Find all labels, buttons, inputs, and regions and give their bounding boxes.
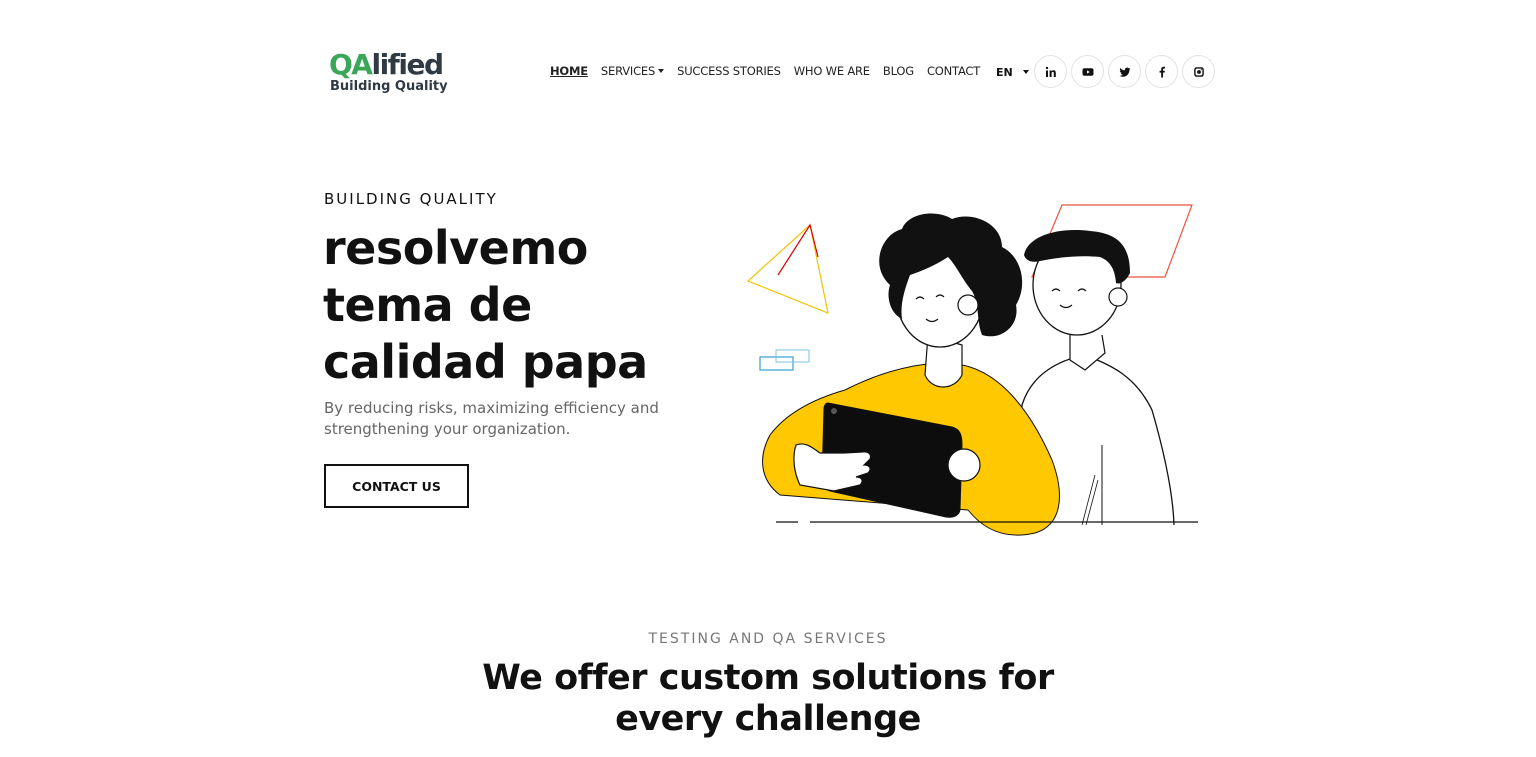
logo-tagline: Building Quality bbox=[330, 79, 448, 94]
language-selector[interactable]: EN bbox=[996, 66, 1029, 79]
logo[interactable]: QAlified Building Quality bbox=[329, 50, 449, 94]
language-label: EN bbox=[996, 66, 1013, 79]
hero-subtitle: By reducing risks, maximizing efficiency… bbox=[324, 399, 659, 438]
main-nav: HOME SERVICES SUCCESS STORIES WHO WE ARE… bbox=[550, 64, 980, 78]
twitter-icon bbox=[1119, 67, 1130, 77]
youtube-icon bbox=[1082, 67, 1093, 76]
nav-home[interactable]: HOME bbox=[550, 64, 588, 78]
hero-illustration bbox=[746, 204, 1198, 536]
nav-blog[interactable]: BLOG bbox=[883, 64, 914, 78]
hero-eyebrow: BUILDING QUALITY bbox=[324, 190, 498, 208]
twitter-button[interactable] bbox=[1108, 55, 1141, 88]
contact-us-button[interactable]: CONTACT US bbox=[324, 464, 469, 508]
nav-contact[interactable]: CONTACT bbox=[927, 64, 980, 78]
hero-title: resolvemo tema de calidad papa bbox=[323, 220, 723, 391]
hero-title-line: resolvemo bbox=[323, 221, 588, 275]
nav-services[interactable]: SERVICES bbox=[601, 64, 665, 78]
services-eyebrow: TESTING AND QA SERVICES bbox=[648, 631, 888, 647]
woman-figure bbox=[762, 213, 1060, 536]
instagram-button[interactable] bbox=[1182, 55, 1215, 88]
instagram-icon bbox=[1193, 66, 1204, 77]
caret-down-icon bbox=[658, 68, 665, 73]
page: QAlified Building Quality HOME SERVICES … bbox=[0, 0, 1536, 757]
youtube-button[interactable] bbox=[1071, 55, 1104, 88]
triangle-accent bbox=[777, 223, 819, 276]
facebook-button[interactable] bbox=[1145, 55, 1178, 88]
nav-success-stories[interactable]: SUCCESS STORIES bbox=[677, 64, 781, 78]
triangle-decoration bbox=[746, 223, 829, 314]
hero-title-line: calidad papa bbox=[323, 335, 648, 389]
nav-who-we-are[interactable]: WHO WE ARE bbox=[794, 64, 870, 78]
linkedin-button[interactable] bbox=[1034, 55, 1067, 88]
social-links bbox=[1034, 55, 1215, 88]
services-title: We offer custom solutions for every chal… bbox=[482, 658, 1054, 739]
logo-wordmark: QAlified bbox=[329, 48, 444, 81]
linkedin-icon bbox=[1045, 66, 1056, 77]
facebook-icon bbox=[1159, 66, 1165, 77]
caret-down-icon bbox=[1022, 69, 1029, 74]
hero-title-line: tema de bbox=[323, 278, 532, 332]
